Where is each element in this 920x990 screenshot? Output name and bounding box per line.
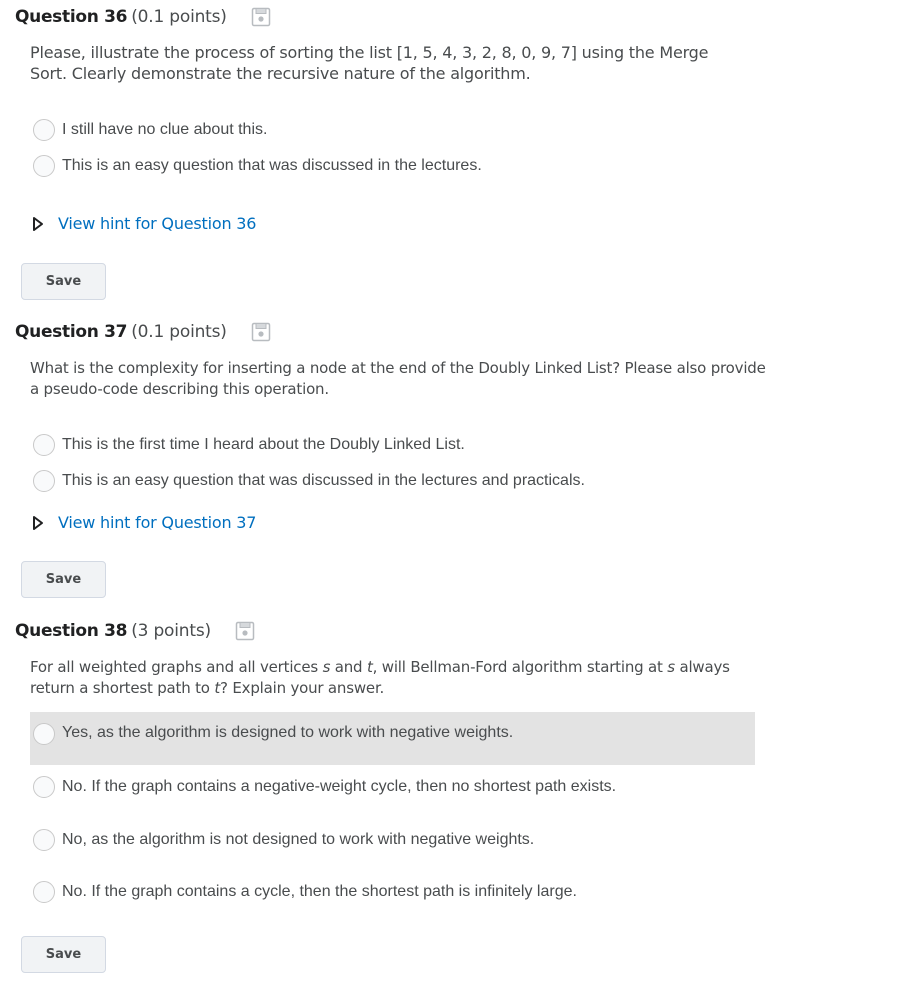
floppy-disk-icon	[251, 322, 270, 342]
radio-button[interactable]	[33, 723, 55, 745]
question-36-text: Please, illustrate the process of sortin…	[30, 43, 709, 83]
hint-link-question-36[interactable]: View hint for Question 36	[32, 214, 256, 233]
question-37-text: What is the complexity for inserting a n…	[30, 359, 766, 398]
option-label: No. If the graph contains a cycle, then …	[62, 883, 577, 900]
question-text-part: For all weighted graphs and all vertices	[30, 658, 323, 676]
radio-button[interactable]	[33, 434, 55, 456]
option-row[interactable]: No. If the graph contains a negative-wei…	[30, 775, 755, 799]
radio-button[interactable]	[33, 829, 55, 851]
question-title: Question 38	[15, 621, 128, 641]
save-button-question-38[interactable]: Save	[21, 936, 106, 973]
triangle-right-icon	[33, 515, 43, 530]
option-row[interactable]: This is an easy question that was discus…	[30, 469, 755, 493]
option-label: This is the first time I heard about the…	[62, 436, 465, 453]
question-title: Question 37	[15, 322, 128, 342]
question-38-header: Question 38 (3 points)	[15, 621, 255, 641]
question-38-text: For all weighted graphs and all vertices…	[30, 657, 770, 699]
question-36-header: Question 36 (0.1 points)	[15, 7, 271, 27]
hint-link-question-37[interactable]: View hint for Question 37	[32, 513, 256, 532]
question-title: Question 36	[15, 7, 128, 27]
question-text-var: s	[667, 658, 675, 676]
option-label: No, as the algorithm is not designed to …	[62, 831, 535, 848]
save-button-question-37[interactable]: Save	[21, 561, 106, 598]
option-label: Yes, as the algorithm is designed to wor…	[62, 724, 514, 741]
radio-button[interactable]	[33, 470, 55, 492]
option-row[interactable]: No. If the graph contains a cycle, then …	[30, 880, 755, 904]
question-text-part: , will Bellman-Ford algorithm starting a…	[372, 658, 668, 676]
save-button-question-36[interactable]: Save	[21, 263, 106, 300]
option-row[interactable]: No, as the algorithm is not designed to …	[30, 828, 755, 852]
option-row-hovered[interactable]: Yes, as the algorithm is designed to wor…	[30, 712, 755, 765]
hint-label[interactable]: View hint for Question 37	[58, 513, 256, 532]
question-points: (0.1 points)	[131, 322, 227, 342]
radio-button[interactable]	[33, 881, 55, 903]
question-points: (3 points)	[131, 621, 211, 641]
option-row[interactable]: I still have no clue about this.	[30, 118, 755, 142]
floppy-disk-icon	[235, 621, 255, 641]
option-label: No. If the graph contains a negative-wei…	[62, 778, 617, 795]
floppy-disk-icon	[251, 7, 270, 27]
option-label: This is an easy question that was discus…	[62, 472, 585, 489]
question-text-part: and	[330, 658, 367, 676]
radio-button[interactable]	[33, 119, 55, 141]
radio-button[interactable]	[33, 776, 55, 798]
radio-button[interactable]	[33, 155, 55, 177]
option-label: This is an easy question that was discus…	[62, 157, 482, 174]
option-label: I still have no clue about this.	[62, 121, 268, 138]
triangle-right-icon	[33, 216, 43, 231]
hint-label[interactable]: View hint for Question 36	[58, 214, 256, 233]
option-row[interactable]: This is an easy question that was discus…	[30, 154, 755, 178]
question-37-header: Question 37 (0.1 points)	[15, 322, 271, 342]
question-points: (0.1 points)	[131, 7, 227, 27]
question-text-part: ? Explain your answer.	[220, 679, 385, 697]
option-row[interactable]: This is the first time I heard about the…	[30, 433, 755, 457]
